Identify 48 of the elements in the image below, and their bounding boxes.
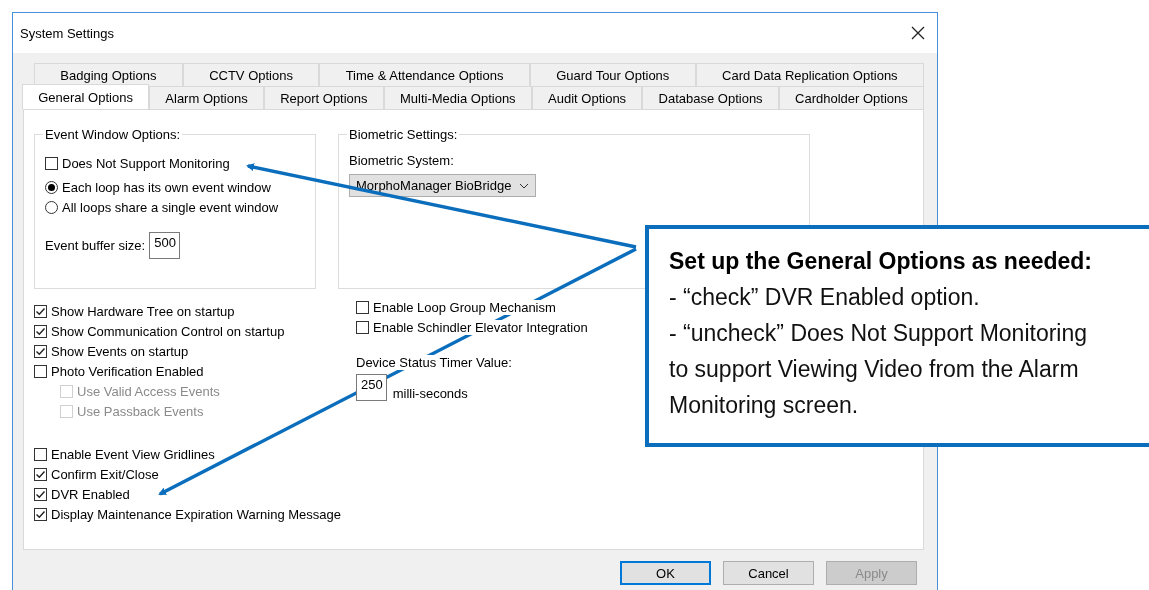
checkbox[interactable] <box>34 467 47 481</box>
tab[interactable]: Database Options <box>642 86 779 109</box>
close-icon[interactable] <box>909 24 927 42</box>
checkmark-icon <box>35 508 46 520</box>
biometric-dropdown[interactable]: MorphoManager BioBridge <box>349 174 537 197</box>
checkbox-label: Enable Loop Group Mechanism <box>373 299 556 315</box>
checkmark-icon <box>35 305 46 317</box>
tab[interactable]: Alarm Options <box>149 86 264 109</box>
timer-field[interactable]: 250 <box>356 374 387 401</box>
checkmark-icon <box>35 468 46 480</box>
checkbox[interactable] <box>34 487 47 501</box>
tab[interactable]: Guard Tour Options <box>529 63 696 86</box>
group-title: Event Window Options: <box>43 127 183 142</box>
tab[interactable]: Cardholder Options <box>778 86 924 109</box>
tab[interactable]: General Options <box>22 84 150 109</box>
dialog-button[interactable]: Cancel <box>723 561 814 585</box>
radio-button[interactable] <box>45 180 58 194</box>
checkbox[interactable] <box>356 300 369 314</box>
checkbox[interactable] <box>356 320 369 334</box>
checkbox[interactable] <box>34 304 47 318</box>
unit-label: milli-seconds <box>392 386 468 401</box>
dialog-button[interactable]: OK <box>620 561 711 585</box>
group-title: Biometric Settings: <box>347 127 460 142</box>
checkbox[interactable] <box>34 447 47 461</box>
caret-icon <box>519 182 530 189</box>
tab[interactable]: Report Options <box>263 86 384 109</box>
checkbox[interactable] <box>34 364 47 378</box>
tab[interactable]: Audit Options <box>531 86 643 109</box>
checkmark-icon <box>35 325 46 337</box>
tab[interactable]: Time & Attendance Options <box>319 63 530 86</box>
tab[interactable]: Badging Options <box>34 63 183 86</box>
tab[interactable]: CCTV Options <box>182 63 320 86</box>
checkbox[interactable] <box>34 507 47 521</box>
radio-button[interactable] <box>45 200 58 214</box>
callout-text: - “uncheck” Does Not Support Monitoring to support Viewing Video from the Alarm Monitoring screen. <box>669 319 1089 420</box>
checkbox-label: Enable Schindler Elevator Integration <box>373 319 588 335</box>
callout-title: Set up the General Options as needed: <box>669 247 1094 276</box>
checkbox[interactable] <box>34 324 47 338</box>
tab[interactable]: Card Data Replication Options <box>695 63 924 86</box>
window-title: System Settings <box>20 25 114 41</box>
checkmark-icon <box>35 345 46 357</box>
buffer-size-field[interactable]: 500 <box>149 231 180 259</box>
checkmark-icon <box>35 488 46 500</box>
tab[interactable]: Multi-Media Options <box>383 86 532 109</box>
field-label: Device Status Timer Value: <box>356 355 512 370</box>
checkbox[interactable] <box>45 156 58 170</box>
callout-text: - “check” DVR Enabled option. <box>669 283 981 312</box>
checkbox[interactable] <box>34 344 47 358</box>
